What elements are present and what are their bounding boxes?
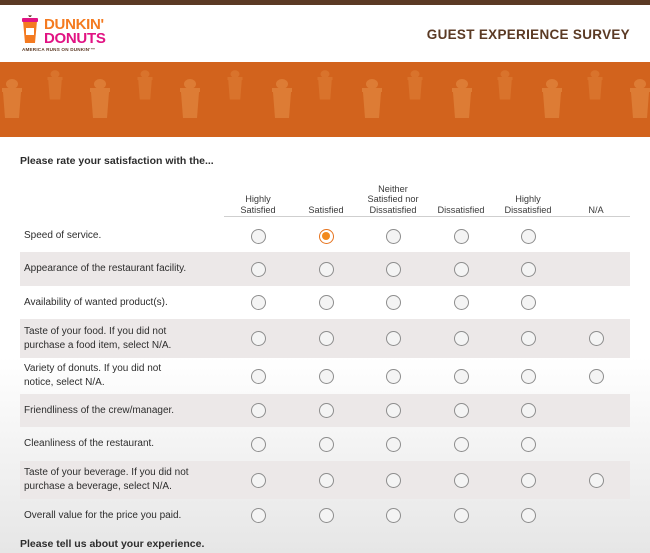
column-header: Highly Dissatisfied xyxy=(504,194,552,215)
cup-silhouette xyxy=(47,70,63,100)
rating-radio[interactable] xyxy=(318,295,334,310)
rating-row-label: Variety of donuts. If you did not notice… xyxy=(24,363,162,388)
rating-radio[interactable] xyxy=(453,228,469,244)
rating-radio[interactable] xyxy=(318,261,334,277)
rating-row: Variety of donuts. If you did not notice… xyxy=(20,358,630,394)
rating-radio[interactable] xyxy=(250,331,266,346)
column-header: Highly Satisfied xyxy=(240,194,276,215)
rating-radio[interactable] xyxy=(318,331,334,346)
banner xyxy=(0,62,650,137)
cups-pattern-image xyxy=(2,70,650,118)
cup-silhouette xyxy=(362,79,382,118)
rating-row-label: Appearance of the restaurant facility. xyxy=(24,263,187,274)
cup-silhouette xyxy=(137,70,153,100)
rating-radio[interactable] xyxy=(520,472,536,488)
cup-silhouette xyxy=(497,70,513,100)
rating-radio[interactable] xyxy=(588,331,604,346)
rating-radio[interactable] xyxy=(453,331,469,346)
rating-radio[interactable] xyxy=(520,331,536,346)
rating-row: Appearance of the restaurant facility. xyxy=(20,252,630,286)
rating-radio[interactable] xyxy=(318,368,334,384)
rating-radio[interactable] xyxy=(385,472,401,488)
rating-row: Taste of your food. If you did not purch… xyxy=(20,319,630,358)
column-header: N/A xyxy=(588,204,604,215)
rating-radio[interactable] xyxy=(588,472,604,488)
rating-radio[interactable] xyxy=(250,472,266,488)
rating-radio[interactable] xyxy=(250,261,266,277)
rating-row-label: Cleanliness of the restaurant. xyxy=(24,438,155,449)
rating-radio[interactable] xyxy=(385,228,401,244)
dunkin-logo: DUNKIN' DONUTS AMERICA RUNS ON DUNKIN'™ xyxy=(20,13,150,57)
rating-radio[interactable] xyxy=(453,436,469,452)
rating-radio[interactable] xyxy=(520,261,536,277)
rating-row-label: Friendliness of the crew/manager. xyxy=(24,404,175,416)
rating-row-label: Overall value for the price you paid. xyxy=(24,509,182,521)
header: DUNKIN' DONUTS AMERICA RUNS ON DUNKIN'™ … xyxy=(0,5,650,62)
rating-radio[interactable] xyxy=(453,472,469,488)
cup-silhouette xyxy=(317,70,333,100)
rating-radio[interactable] xyxy=(250,368,266,384)
rating-radio[interactable] xyxy=(318,436,334,452)
cup-silhouette xyxy=(180,79,200,118)
rating-radio[interactable] xyxy=(453,403,469,418)
rating-radio[interactable] xyxy=(250,508,266,523)
cup-silhouette xyxy=(90,79,110,118)
rating-radio[interactable] xyxy=(520,295,536,310)
rating-radio[interactable] xyxy=(453,261,469,277)
rating-radio[interactable] xyxy=(385,368,401,384)
rating-row: Overall value for the price you paid. xyxy=(20,499,630,532)
rating-radio[interactable] xyxy=(318,403,334,418)
rating-row: Friendliness of the crew/manager. xyxy=(20,394,630,427)
experience-prompt: Please tell us about your experience. xyxy=(20,538,205,550)
rating-radio[interactable] xyxy=(588,368,604,384)
rating-radio[interactable] xyxy=(318,508,334,523)
rating-radio[interactable] xyxy=(318,472,334,488)
rating-radio[interactable] xyxy=(453,508,469,523)
rating-radio[interactable] xyxy=(385,436,401,452)
rating-row: Cleanliness of the restaurant. xyxy=(20,427,630,461)
rating-radio[interactable] xyxy=(520,508,536,523)
rating-radio[interactable] xyxy=(250,436,266,452)
rating-radio[interactable] xyxy=(520,436,536,452)
cup-silhouette xyxy=(587,70,603,100)
rating-radio[interactable] xyxy=(250,403,266,418)
cup-silhouette xyxy=(227,70,243,100)
rating-radio[interactable] xyxy=(385,508,401,523)
rating-radio[interactable] xyxy=(250,228,266,244)
rating-radio[interactable] xyxy=(385,331,401,346)
rating-radio[interactable] xyxy=(453,368,469,384)
rating-row-label: Taste of your food. If you did not purch… xyxy=(24,325,172,351)
cup-silhouette xyxy=(630,79,650,118)
cup-silhouette xyxy=(542,79,562,118)
survey-form: Please rate your satisfaction with the..… xyxy=(0,137,650,553)
cup-silhouette xyxy=(452,79,472,118)
rating-radio[interactable] xyxy=(318,228,334,244)
rating-row-label: Speed of service. xyxy=(24,230,102,241)
rating-row: Availability of wanted product(s). xyxy=(20,286,630,319)
rating-radio[interactable] xyxy=(520,403,536,418)
column-header: Dissatisfied xyxy=(437,204,485,215)
logo-tagline: AMERICA RUNS ON DUNKIN'™ xyxy=(22,47,96,52)
rating-row-label: Taste of your beverage. If you did not p… xyxy=(24,467,189,492)
rating-radio[interactable] xyxy=(520,368,536,384)
page-title: GUEST EXPERIENCE SURVEY xyxy=(426,27,630,42)
rating-radio[interactable] xyxy=(385,261,401,277)
column-header: Neither Satisfied nor Dissatisfied xyxy=(367,183,419,215)
rating-row: Speed of service. xyxy=(20,220,630,252)
rating-radio[interactable] xyxy=(453,295,469,310)
rating-radio[interactable] xyxy=(385,295,401,310)
survey-prompt: Please rate your satisfaction with the..… xyxy=(20,155,214,167)
rating-radio[interactable] xyxy=(385,403,401,418)
logo-text-donuts: DONUTS xyxy=(44,30,106,47)
cup-silhouette xyxy=(407,70,423,100)
header-divider xyxy=(224,216,630,217)
rating-radio[interactable] xyxy=(250,295,266,310)
cup-silhouette xyxy=(272,79,292,118)
rating-radio[interactable] xyxy=(520,228,536,244)
coffee-cup-icon xyxy=(22,15,38,43)
column-header: Satisfied xyxy=(308,204,344,215)
rating-row-label: Availability of wanted product(s). xyxy=(24,296,168,308)
cup-silhouette xyxy=(2,79,22,118)
rating-row: Taste of your beverage. If you did not p… xyxy=(20,461,630,499)
